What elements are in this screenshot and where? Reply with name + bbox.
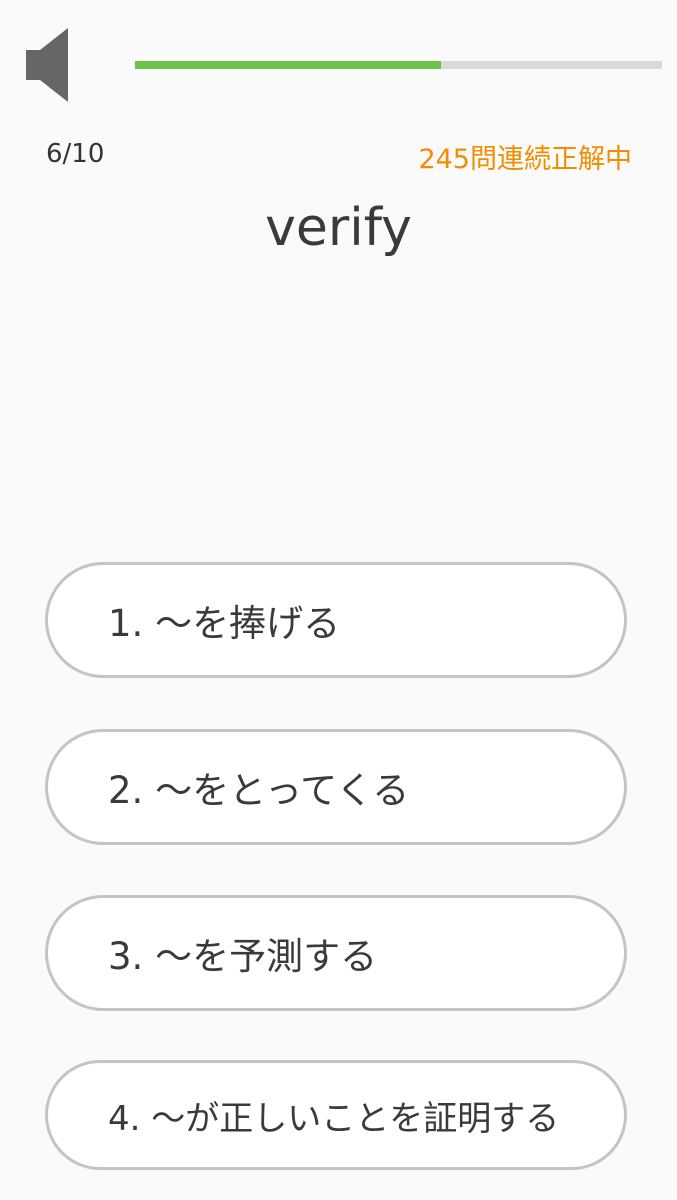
answer-choice-4[interactable]: 4. 〜が正しいことを証明する (45, 1060, 627, 1170)
answer-choice-label: 1. 〜を捧げる (108, 602, 341, 645)
answer-choice-label: 4. 〜が正しいことを証明する (108, 1098, 560, 1139)
answer-choice-label: 2. 〜をとってくる (108, 769, 410, 812)
answer-choice-2[interactable]: 2. 〜をとってくる (45, 729, 627, 845)
streak-counter: 245問連続正解中 (418, 144, 632, 175)
progress-bar-fill (135, 61, 441, 69)
answer-choice-1[interactable]: 1. 〜を捧げる (45, 562, 627, 678)
question-counter: 6/10 (46, 139, 105, 169)
answer-choice-label: 3. 〜を予測する (108, 935, 378, 978)
progress-bar (135, 61, 662, 69)
speaker-icon[interactable] (26, 28, 70, 102)
answer-choice-3[interactable]: 3. 〜を予測する (45, 895, 627, 1011)
question-word: verify (265, 198, 412, 258)
